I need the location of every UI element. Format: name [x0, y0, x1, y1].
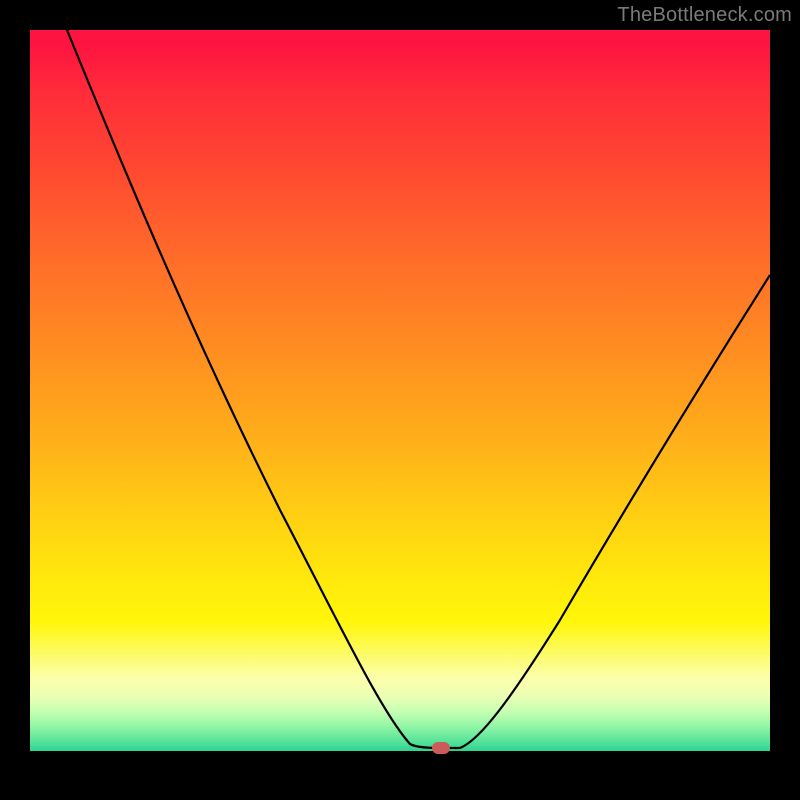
curve-layer	[30, 30, 770, 770]
notch-marker	[432, 742, 450, 754]
watermark-text: TheBottleneck.com	[617, 4, 792, 27]
chart-stage: TheBottleneck.com	[0, 0, 800, 800]
plot-area	[30, 30, 770, 770]
bottleneck-curve	[67, 30, 770, 748]
